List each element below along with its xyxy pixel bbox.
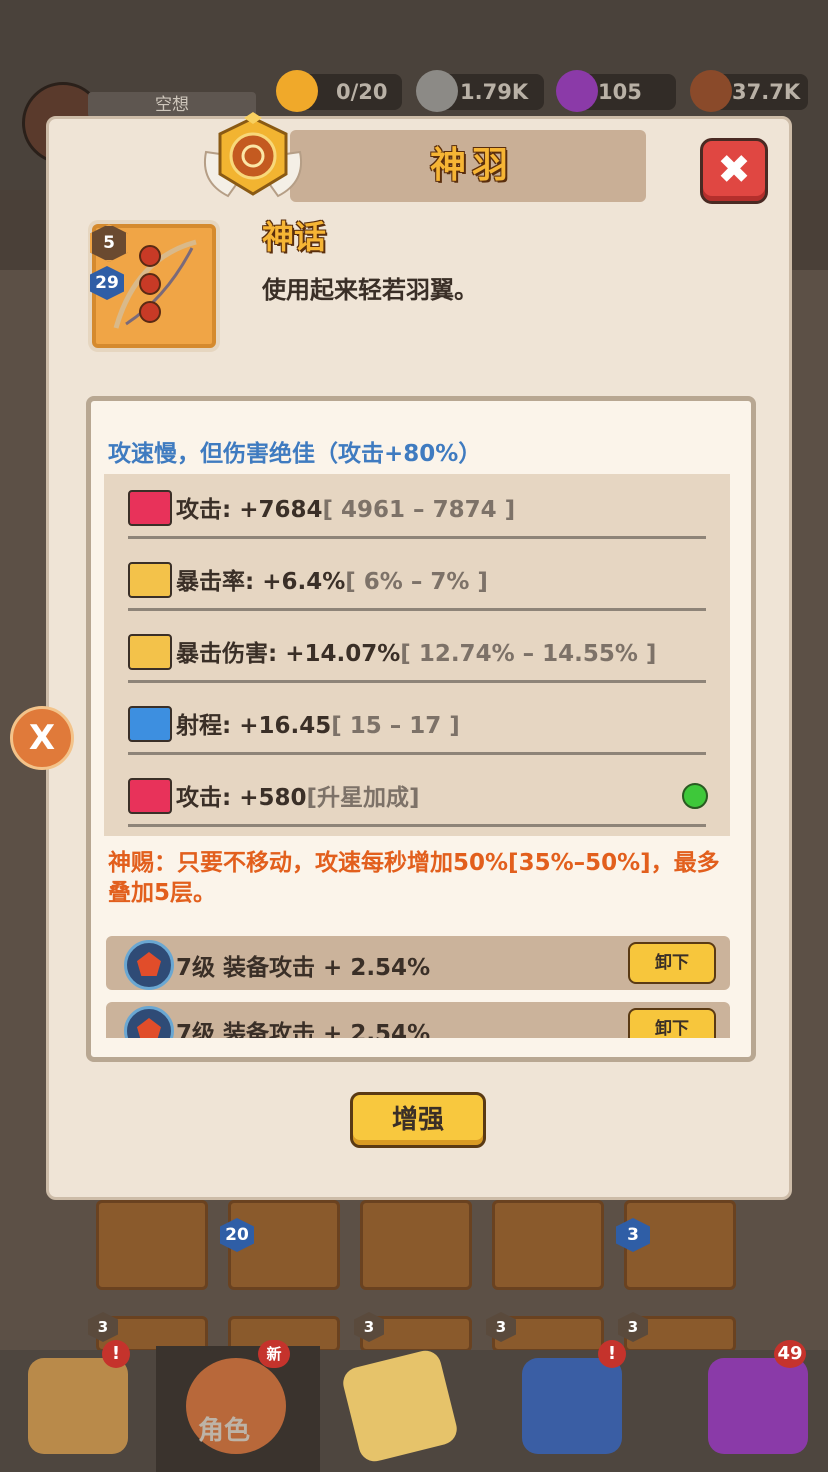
- unequip-button[interactable]: 卸下: [628, 1008, 716, 1038]
- stat-headline: 攻速慢，但伤害绝佳（攻击+80%）: [108, 441, 482, 467]
- close-icon: ✖: [717, 147, 751, 193]
- alert-badge: !: [598, 1340, 626, 1368]
- gem-row: 7级 装备攻击 + 2.54% 卸下: [106, 1002, 730, 1038]
- gem-icon: [124, 940, 174, 990]
- rarity-label: 神话: [262, 218, 327, 256]
- divider: [128, 536, 706, 539]
- crit-rate-icon: [128, 562, 172, 598]
- unequip-button[interactable]: 卸下: [628, 942, 716, 984]
- resource-energy[interactable]: 0/20: [276, 70, 402, 112]
- divider: [128, 824, 706, 827]
- stat-row: 暴击伤害: +14.07%[ 12.74% – 14.55% ]: [104, 620, 730, 692]
- gem-icon: [124, 1006, 174, 1038]
- stat-row: 攻击: +580[升星加成]: [104, 764, 730, 836]
- equip-slot[interactable]: [492, 1200, 604, 1290]
- stat-row: 射程: +16.45[ 15 – 17 ]: [104, 692, 730, 764]
- alert-badge: !: [102, 1340, 130, 1368]
- pet-icon[interactable]: [522, 1358, 622, 1454]
- resource-gear-coin[interactable]: 1.79K: [416, 70, 544, 112]
- new-badge: 新: [258, 1340, 290, 1368]
- range-icon: [128, 706, 172, 742]
- helmet-icon[interactable]: [28, 1358, 128, 1454]
- equip-slot[interactable]: [360, 1200, 472, 1290]
- dialog-title: 神羽: [429, 145, 514, 186]
- equip-slot[interactable]: [96, 1200, 208, 1290]
- attack-icon: [128, 778, 172, 814]
- crit-damage-icon: [128, 634, 172, 670]
- wood-icon: [690, 70, 732, 112]
- stat-row: 暴击率: +6.4%[ 6% – 7% ]: [104, 548, 730, 620]
- enhance-button[interactable]: 增强: [350, 1092, 486, 1148]
- energy-icon: [276, 70, 318, 112]
- stat-row: 攻击: +7684[ 4961 – 7874 ]: [104, 476, 730, 548]
- attack-icon: [128, 490, 172, 526]
- side-x-button[interactable]: X: [10, 706, 74, 770]
- gem-row: 7级 装备攻击 + 2.54% 卸下: [106, 936, 730, 990]
- divine-effect-text: 神赐：只要不移动，攻速每秒增加50%[35%–50%]，最多叠加5层。: [108, 850, 720, 906]
- divider: [128, 752, 706, 755]
- item-description: 使用起来轻若羽翼。: [262, 276, 478, 304]
- resource-purple-gem[interactable]: 105: [556, 70, 676, 112]
- divider: [128, 680, 706, 683]
- mythic-emblem-icon: [204, 112, 302, 198]
- resource-wood[interactable]: 37.7K: [690, 70, 808, 112]
- gear-coin-icon: [416, 70, 458, 112]
- purple-gem-icon: [556, 70, 598, 112]
- divider: [128, 608, 706, 611]
- count-badge: 49: [774, 1340, 806, 1368]
- active-indicator-icon: [682, 783, 708, 809]
- close-button[interactable]: ✖: [700, 138, 768, 204]
- nav-label-character: 角色: [198, 1416, 251, 1446]
- bag-icon[interactable]: [708, 1358, 808, 1454]
